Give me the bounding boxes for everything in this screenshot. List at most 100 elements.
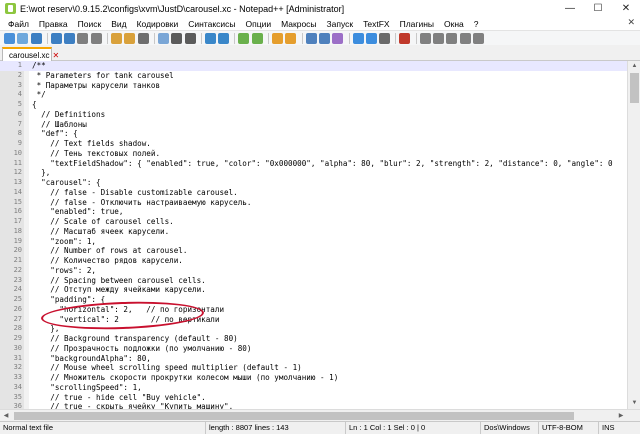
code-text[interactable]: "backgroundAlpha": 80, bbox=[32, 354, 151, 364]
toolbar-button-24-icon[interactable] bbox=[365, 32, 377, 44]
toolbar-button-13-icon[interactable] bbox=[184, 32, 196, 44]
toolbar-button-3-icon[interactable] bbox=[30, 32, 42, 44]
toolbar-button-9-icon[interactable] bbox=[124, 32, 136, 44]
horizontal-scrollbar[interactable]: ◀ ▶ bbox=[0, 409, 640, 421]
toolbar-button-8-icon[interactable] bbox=[111, 32, 123, 44]
horizontal-scroll-thumb[interactable] bbox=[14, 412, 574, 420]
toolbar-button-16-icon[interactable] bbox=[238, 32, 250, 44]
toolbar-button-7-icon[interactable] bbox=[90, 32, 102, 44]
code-text[interactable]: }, bbox=[32, 168, 50, 178]
toolbar-button-21-icon[interactable] bbox=[318, 32, 330, 44]
menu-encoding[interactable]: Кодировки bbox=[132, 19, 184, 29]
code-text[interactable]: }, bbox=[32, 324, 59, 334]
maximize-button[interactable]: ☐ bbox=[584, 0, 612, 17]
editor-lines[interactable]: 1/** 2 * Parameters for tank carousel 3 * … bbox=[0, 61, 627, 409]
code-line[interactable]: 4 */ bbox=[0, 90, 627, 100]
close-document-icon[interactable]: ✕ bbox=[627, 17, 635, 28]
code-text[interactable]: "carousel": { bbox=[32, 178, 100, 188]
code-text[interactable]: // true - скрыть ячейку "Купить машину". bbox=[32, 402, 233, 409]
code-text[interactable]: "def": { bbox=[32, 129, 78, 139]
toolbar-button-20-icon[interactable] bbox=[305, 32, 317, 44]
vertical-scroll-thumb[interactable] bbox=[630, 73, 639, 103]
code-line[interactable]: 16 "enabled": true, bbox=[0, 207, 627, 217]
code-text[interactable]: "rows": 2, bbox=[32, 266, 96, 276]
menu-search[interactable]: Поиск bbox=[73, 19, 107, 29]
code-text[interactable]: // Background transparency (default - 80… bbox=[32, 334, 237, 344]
code-text[interactable]: * Параметры карусели танков bbox=[32, 81, 160, 91]
toolbar-button-17-icon[interactable] bbox=[251, 32, 263, 44]
code-line[interactable]: 24 // Отступ между ячейками карусели. bbox=[0, 285, 627, 295]
code-line[interactable]: 3 * Параметры карусели танков bbox=[0, 81, 627, 91]
code-text[interactable]: "vertical": 2 // по вертикали bbox=[32, 315, 219, 325]
toolbar-button-28-icon[interactable] bbox=[433, 32, 445, 44]
code-line[interactable]: 21 // Количество рядов карусели. bbox=[0, 256, 627, 266]
code-text[interactable]: // Definitions bbox=[32, 110, 105, 120]
scroll-down-icon[interactable]: ▼ bbox=[628, 398, 640, 409]
code-text[interactable]: // Масштаб ячеек карусели. bbox=[32, 227, 169, 237]
code-text[interactable]: // Отступ между ячейками карусели. bbox=[32, 285, 205, 295]
code-line[interactable]: 28 }, bbox=[0, 324, 627, 334]
code-line[interactable]: 14 // false - Disable customizable carou… bbox=[0, 188, 627, 198]
code-line[interactable]: 9 // Text fields shadow. bbox=[0, 139, 627, 149]
code-text[interactable]: // Scale of carousel cells. bbox=[32, 217, 173, 227]
menu-view[interactable]: Вид bbox=[106, 19, 131, 29]
code-line[interactable]: 15 // false - Отключить настраиваемую ка… bbox=[0, 198, 627, 208]
code-text[interactable]: // Прозрачность подложки (по умолчанию -… bbox=[32, 344, 251, 354]
menu-settings[interactable]: Опции bbox=[241, 19, 277, 29]
code-line[interactable]: 32 // Mouse wheel scrolling speed multip… bbox=[0, 363, 627, 373]
toolbar-button-15-icon[interactable] bbox=[218, 32, 230, 44]
code-line[interactable]: 18 // Масштаб ячеек карусели. bbox=[0, 227, 627, 237]
code-text[interactable]: // Шаблоны bbox=[32, 120, 87, 130]
code-text[interactable]: // Number of rows at carousel. bbox=[32, 246, 187, 256]
toolbar-button-11-icon[interactable] bbox=[157, 32, 169, 44]
code-line[interactable]: 29 // Background transparency (default -… bbox=[0, 334, 627, 344]
toolbar-button-5-icon[interactable] bbox=[64, 32, 76, 44]
vertical-scrollbar[interactable]: ▲ ▼ bbox=[627, 61, 640, 409]
code-line[interactable]: 35 // true - hide cell "Buy vehicle". bbox=[0, 393, 627, 403]
menu-language[interactable]: Синтаксисы bbox=[183, 19, 240, 29]
code-text[interactable]: // true - hide cell "Buy vehicle". bbox=[32, 393, 205, 403]
code-text[interactable]: "enabled": true, bbox=[32, 207, 123, 217]
toolbar-button-2-icon[interactable] bbox=[17, 32, 29, 44]
toolbar-button-31-icon[interactable] bbox=[472, 32, 484, 44]
menu-macro[interactable]: Макросы bbox=[276, 19, 321, 29]
toolbar-button-23-icon[interactable] bbox=[352, 32, 364, 44]
scroll-up-icon[interactable]: ▲ bbox=[628, 61, 640, 72]
toolbar-button-12-icon[interactable] bbox=[171, 32, 183, 44]
code-line[interactable]: 27 "vertical": 2 // по вертикали bbox=[0, 315, 627, 325]
toolbar-button-19-icon[interactable] bbox=[285, 32, 297, 44]
menu-help[interactable]: ? bbox=[469, 19, 484, 29]
code-text[interactable]: "padding": { bbox=[32, 295, 105, 305]
menu-textfx[interactable]: TextFX bbox=[358, 19, 394, 29]
toolbar-button-22-icon[interactable] bbox=[332, 32, 344, 44]
close-button[interactable]: ✕ bbox=[612, 0, 640, 17]
code-text[interactable]: // Количество рядов карусели. bbox=[32, 256, 183, 266]
code-line[interactable]: 30 // Прозрачность подложки (по умолчани… bbox=[0, 344, 627, 354]
code-text[interactable]: "zoom": 1, bbox=[32, 237, 96, 247]
code-line[interactable]: 31 "backgroundAlpha": 80, bbox=[0, 354, 627, 364]
toolbar-button-26-icon[interactable] bbox=[399, 32, 411, 44]
code-text[interactable]: // false - Отключить настраиваемую карус… bbox=[32, 198, 251, 208]
code-line[interactable]: 6 // Definitions bbox=[0, 110, 627, 120]
toolbar-button-14-icon[interactable] bbox=[204, 32, 216, 44]
code-text[interactable]: * Parameters for tank carousel bbox=[32, 71, 174, 81]
code-line[interactable]: 1 /** bbox=[0, 61, 627, 71]
code-line[interactable]: 17 // Scale of carousel cells. bbox=[0, 217, 627, 227]
toolbar-button-18-icon[interactable] bbox=[272, 32, 284, 44]
code-text[interactable]: "horizontal": 2, // по горизонтали bbox=[32, 305, 224, 315]
tab-carousel-xc[interactable]: carousel.xc ✕ bbox=[2, 47, 59, 61]
code-line[interactable]: 12 }, bbox=[0, 168, 627, 178]
code-line[interactable]: 25 "padding": { bbox=[0, 295, 627, 305]
toolbar-button-29-icon[interactable] bbox=[446, 32, 458, 44]
code-line[interactable]: 8 "def": { bbox=[0, 129, 627, 139]
code-line[interactable]: 11 "textFieldShadow": { "enabled": true,… bbox=[0, 159, 627, 169]
code-text[interactable]: // false - Disable customizable carousel… bbox=[32, 188, 237, 198]
code-text[interactable]: // Spacing between carousel cells. bbox=[32, 276, 205, 286]
menu-file[interactable]: Файл bbox=[3, 19, 34, 29]
code-text[interactable]: */ bbox=[32, 90, 46, 100]
code-line[interactable]: 19 "zoom": 1, bbox=[0, 237, 627, 247]
code-line[interactable]: 33 // Множитель скорости прокрутки колес… bbox=[0, 373, 627, 383]
toolbar-button-4-icon[interactable] bbox=[50, 32, 62, 44]
toolbar-button-30-icon[interactable] bbox=[459, 32, 471, 44]
menu-plugins[interactable]: Плагины bbox=[395, 19, 439, 29]
